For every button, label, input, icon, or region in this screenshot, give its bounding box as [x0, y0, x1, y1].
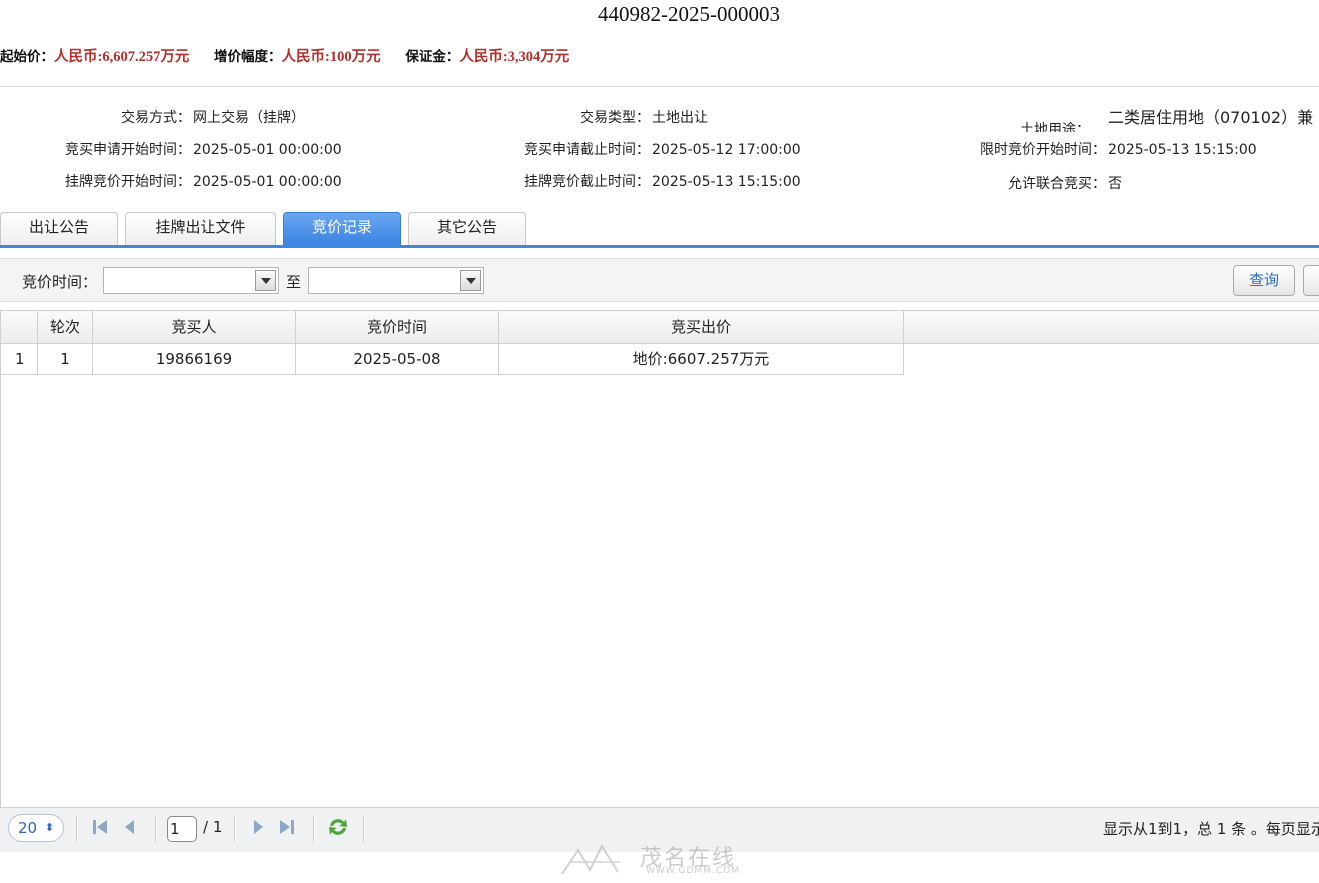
tab-bar: 出让公告 挂牌出让文件 竞价记录 其它公告	[0, 212, 1319, 248]
grid-header: 轮次 竞买人 竞价时间 竞买出价	[1, 311, 1319, 344]
refresh-icon[interactable]	[326, 816, 350, 838]
column-header-round[interactable]: 轮次	[38, 311, 93, 343]
separator	[363, 816, 365, 842]
previous-page-icon[interactable]	[121, 818, 139, 836]
cell-round: 1	[38, 344, 93, 374]
joint-bid-label: 允许联合竞买：	[1008, 176, 1106, 192]
trade-mode-row: 交易方式： 网上交易（挂牌）	[0, 107, 305, 127]
trade-type-label: 交易类型：	[580, 110, 650, 126]
limited-start-label: 限时竞价开始时间：	[980, 142, 1106, 158]
apply-start-row: 竞买申请开始时间： 2025-05-01 00:00:00	[0, 139, 342, 159]
listing-start-label: 挂牌竞价开始时间：	[65, 174, 191, 190]
limited-start-value: 2025-05-13 15:15:00	[1108, 142, 1257, 158]
price-summary: 起始价：人民币:6,607.257万元 增价幅度：人民币:100万元 保证金：人…	[0, 45, 589, 66]
tab-bid-records[interactable]: 竞价记录	[283, 212, 401, 245]
column-header-bid-price[interactable]: 竞买出价	[499, 311, 904, 343]
watermark-url: WWW.GDMM.COM	[646, 866, 740, 876]
to-label: 至	[286, 273, 302, 291]
increment-value: 人民币:100万元	[281, 49, 381, 65]
listing-end-value: 2025-05-13 15:15:00	[652, 174, 801, 190]
column-header-bid-time[interactable]: 竞价时间	[296, 311, 499, 343]
chevron-down-icon[interactable]	[255, 270, 276, 291]
column-header-bidder[interactable]: 竞买人	[93, 311, 296, 343]
joint-bid-row: 允许联合竞买：否	[940, 173, 1122, 193]
deposit-value: 人民币:3,304万元	[459, 49, 570, 65]
cell-bid-price: 地价:6607.257万元	[499, 344, 904, 374]
land-use-value: 二类居住用地（070102）兼	[1108, 108, 1314, 127]
apply-end-value: 2025-05-12 17:00:00	[652, 142, 801, 158]
tab-announcement[interactable]: 出让公告	[0, 212, 118, 245]
page-size-select[interactable]: 20 ⬍	[8, 814, 64, 842]
trade-mode-label: 交易方式：	[121, 110, 191, 126]
up-down-icon: ⬍	[44, 821, 54, 834]
joint-bid-value: 否	[1108, 176, 1122, 192]
listing-start-row: 挂牌竞价开始时间： 2025-05-01 00:00:00	[0, 171, 342, 191]
total-pages: / 1	[203, 818, 223, 836]
pagination-info: 显示从1到1，总 1 条 。每页显示	[1103, 820, 1319, 838]
query-button[interactable]: 查询	[1233, 265, 1295, 296]
increment-label: 增价幅度：	[214, 49, 282, 65]
filter-toolbar: 竞价时间： 至 查询	[0, 258, 1319, 302]
start-price-value: 人民币:6,607.257万元	[54, 49, 190, 65]
trade-type-value: 土地出让	[652, 110, 708, 126]
bid-time-label: 竞价时间：	[22, 273, 98, 291]
deposit-label: 保证金：	[405, 49, 460, 65]
tab-underline	[0, 245, 1319, 248]
separator	[155, 816, 157, 842]
separator	[76, 816, 78, 842]
tab-listing-documents[interactable]: 挂牌出让文件	[125, 212, 276, 245]
limited-start-row: 限时竞价开始时间： 2025-05-13 15:15:00	[940, 139, 1257, 159]
land-use-label: 土地用途：	[1020, 122, 1090, 132]
listing-end-label: 挂牌竞价截止时间：	[524, 174, 650, 190]
trade-mode-value: 网上交易（挂牌）	[193, 110, 305, 126]
apply-start-value: 2025-05-01 00:00:00	[193, 142, 342, 158]
next-page-icon[interactable]	[249, 818, 267, 836]
apply-end-label: 竞买申请截止时间：	[524, 142, 650, 158]
cell-bid-time: 2025-05-08	[296, 344, 499, 374]
separator	[234, 816, 236, 842]
page-title: 440982-2025-000003	[598, 2, 780, 26]
trade-type-row: 交易类型： 土地出让	[480, 107, 708, 127]
row-index: 1	[1, 344, 38, 374]
bid-time-from-combo[interactable]	[103, 267, 279, 294]
listing-start-value: 2025-05-01 00:00:00	[193, 174, 342, 190]
chevron-down-icon[interactable]	[460, 270, 481, 291]
bid-time-to-combo[interactable]	[308, 267, 484, 294]
reset-button[interactable]	[1303, 265, 1319, 296]
last-page-icon[interactable]	[278, 818, 296, 836]
listing-end-row: 挂牌竞价截止时间： 2025-05-13 15:15:00	[480, 171, 801, 191]
bid-records-grid: 轮次 竞买人 竞价时间 竞买出价 1 1 19866169 2025-05-08…	[0, 310, 1319, 808]
cell-bidder: 19866169	[93, 344, 296, 374]
watermark: 茂名在线 WWW.GDMM.COM	[560, 840, 770, 880]
watermark-logo-icon	[561, 843, 620, 875]
table-row[interactable]: 1 1 19866169 2025-05-08 地价:6607.257万元	[1, 344, 904, 375]
page: { "title": "440982-2025-000003", "prices…	[0, 0, 1319, 883]
apply-start-label: 竞买申请开始时间：	[65, 142, 191, 158]
column-header-index	[1, 311, 38, 343]
divider	[0, 86, 1319, 87]
separator	[313, 816, 315, 842]
page-number-input[interactable]: 1	[167, 816, 197, 842]
start-price-label: 起始价：	[0, 49, 54, 65]
page-size-value: 20	[18, 819, 38, 837]
first-page-icon[interactable]	[91, 818, 109, 836]
tab-other-announcements[interactable]: 其它公告	[408, 212, 526, 245]
apply-end-row: 竞买申请截止时间： 2025-05-12 17:00:00	[480, 139, 801, 159]
